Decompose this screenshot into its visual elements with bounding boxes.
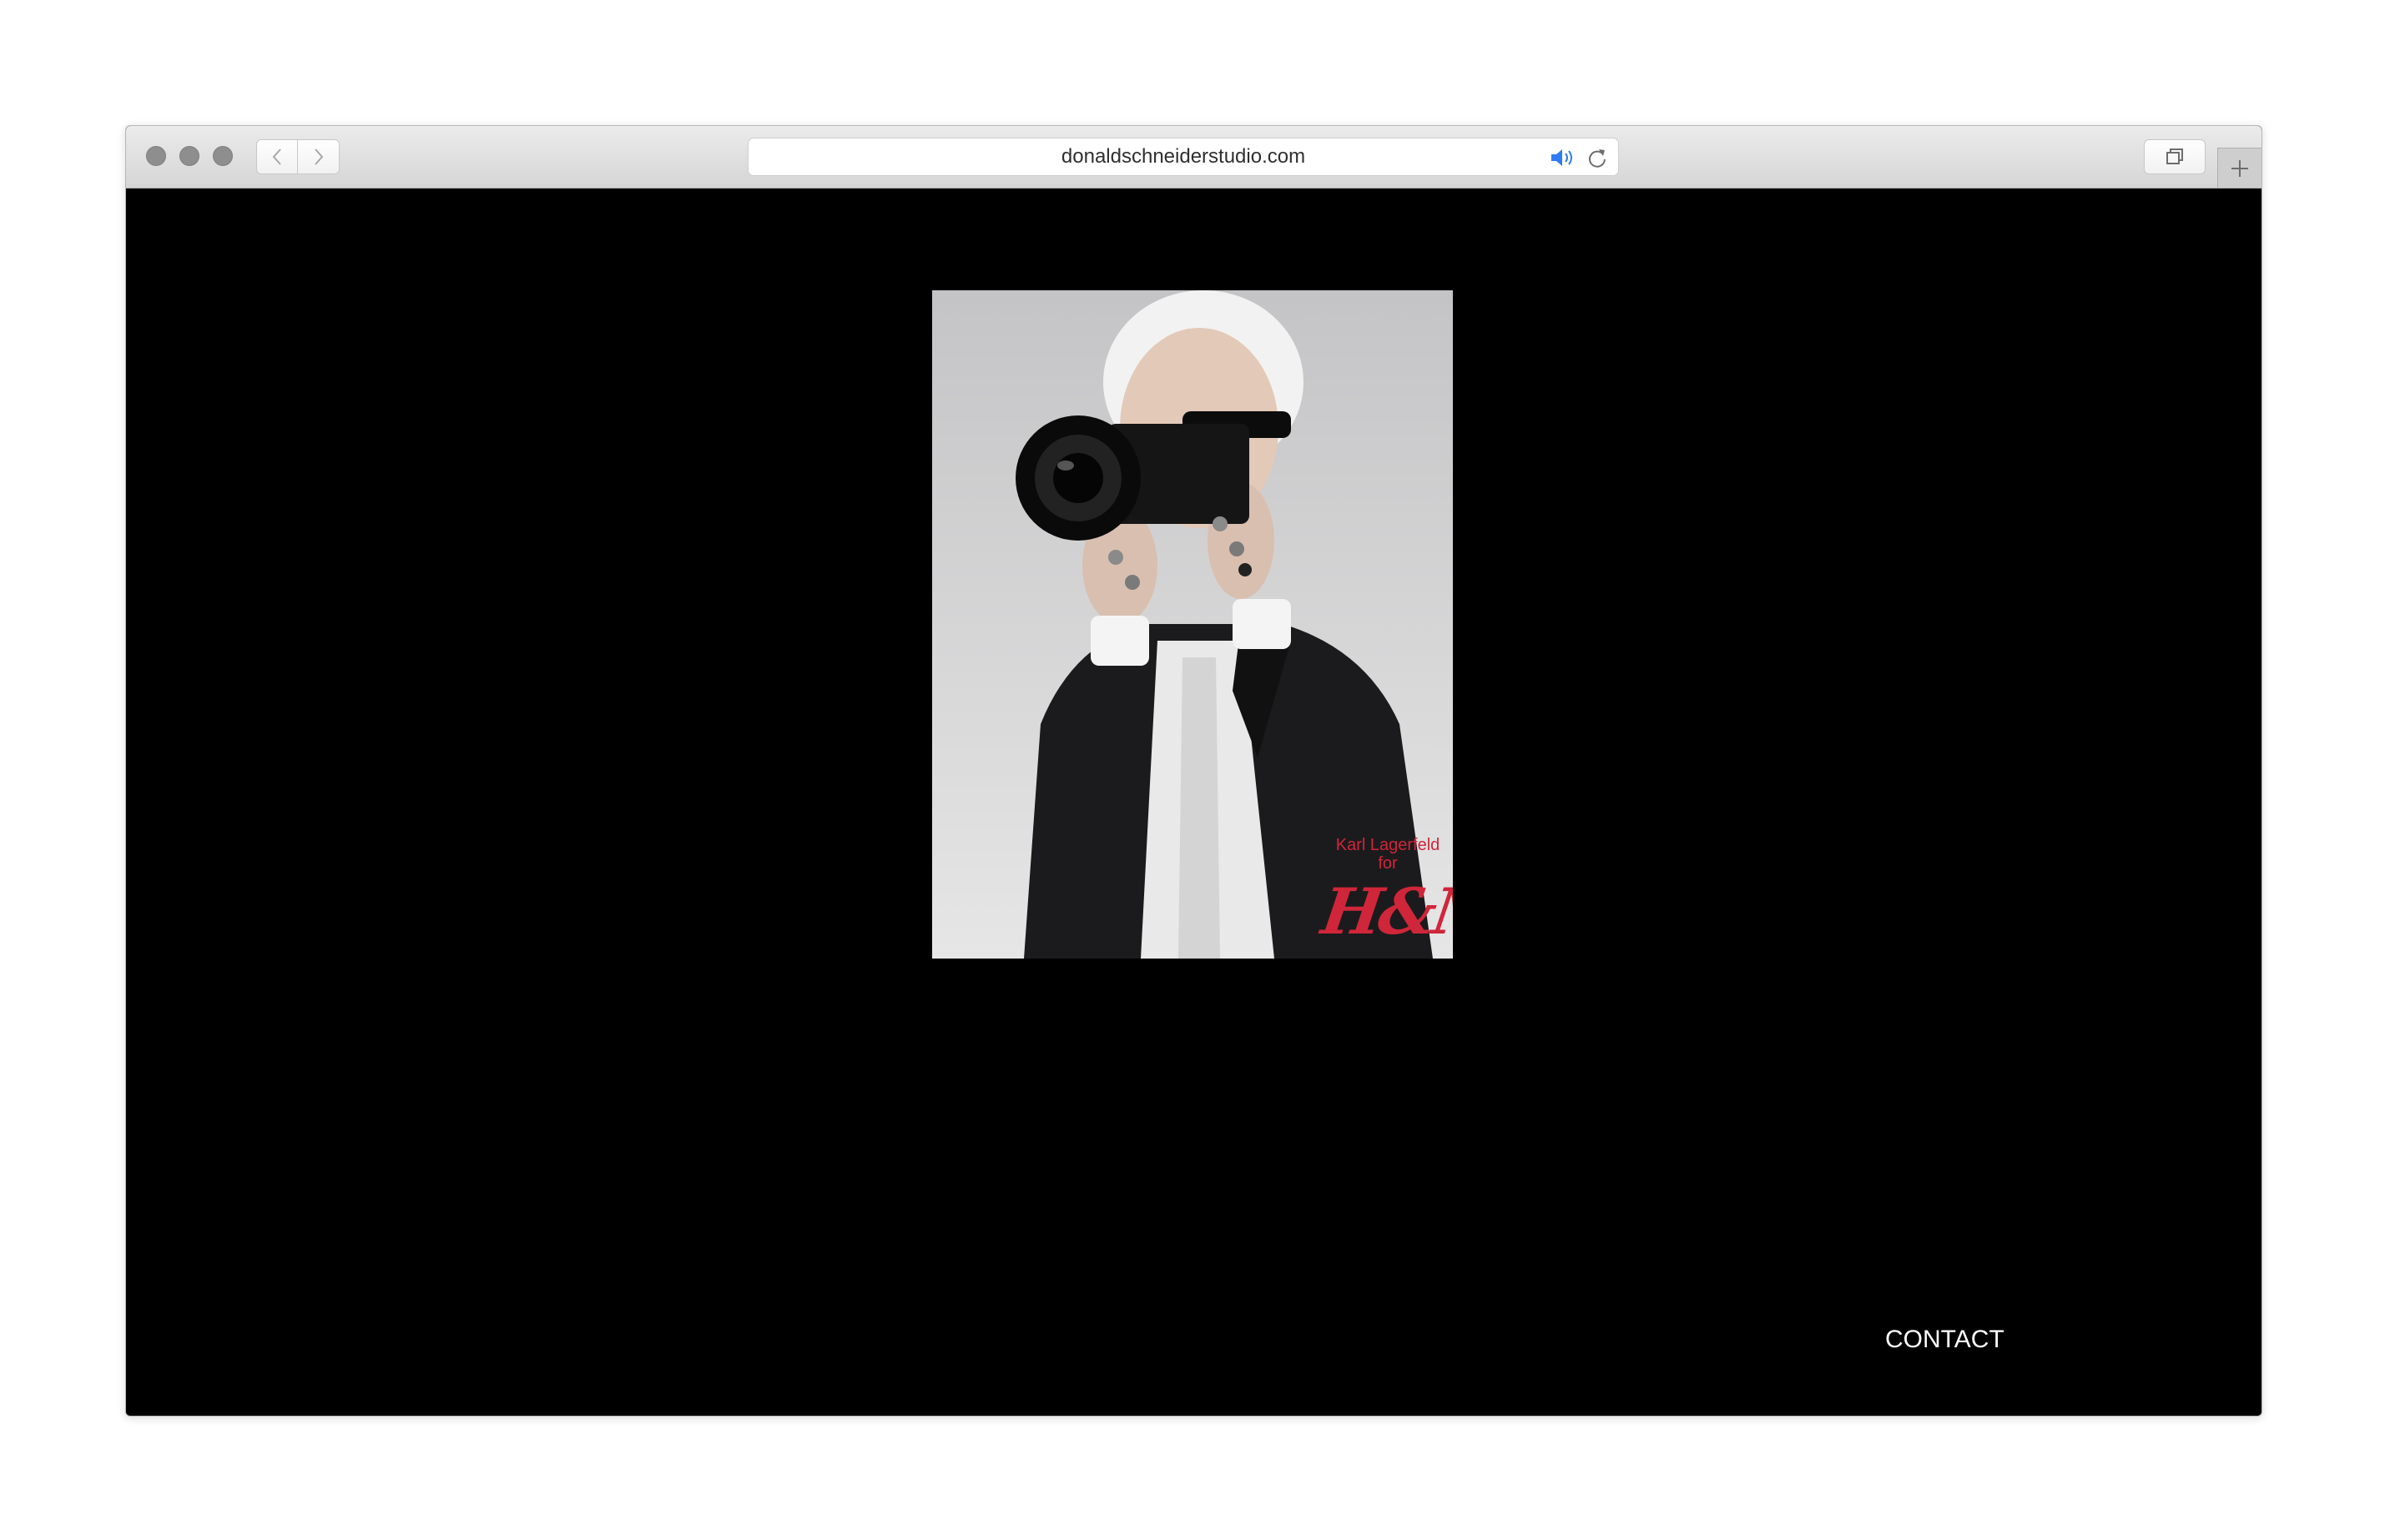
zoom-window-button[interactable] (213, 146, 233, 166)
speaker-icon[interactable] (1551, 148, 1579, 167)
contact-link[interactable]: CONTACT (1885, 1326, 2004, 1354)
close-window-button[interactable] (146, 146, 166, 166)
caption-line-2: for (1378, 854, 1398, 873)
plus-icon (2231, 159, 2248, 177)
reload-icon[interactable] (1586, 147, 1608, 169)
new-tab-button[interactable] (2217, 148, 2261, 188)
page-content: Karl Lagerfeld for H&M CONTACT (126, 189, 2261, 1416)
url-text: donaldschneiderstudio.com (1061, 145, 1306, 168)
chevron-right-icon (314, 148, 323, 165)
chevron-left-icon (272, 148, 281, 165)
browser-toolbar: donaldschneiderstudio.com (126, 126, 2261, 189)
tabs-overview-icon (2166, 148, 2183, 164)
caption-line-1: Karl Lagerfeld (1335, 836, 1440, 854)
minimize-window-button[interactable] (179, 146, 199, 166)
browser-window: donaldschneiderstudio.com Karl Lagerfeld… (125, 125, 2262, 1417)
hero-caption: Karl Lagerfeld for (1325, 836, 1450, 873)
address-bar[interactable]: donaldschneiderstudio.com (748, 138, 1619, 176)
brand-logo: H&M (1317, 874, 1453, 949)
hero-image[interactable]: Karl Lagerfeld for H&M (932, 290, 1453, 959)
forward-button[interactable] (298, 139, 340, 174)
tabs-overview-button[interactable] (2144, 139, 2206, 174)
back-button[interactable] (256, 139, 298, 174)
